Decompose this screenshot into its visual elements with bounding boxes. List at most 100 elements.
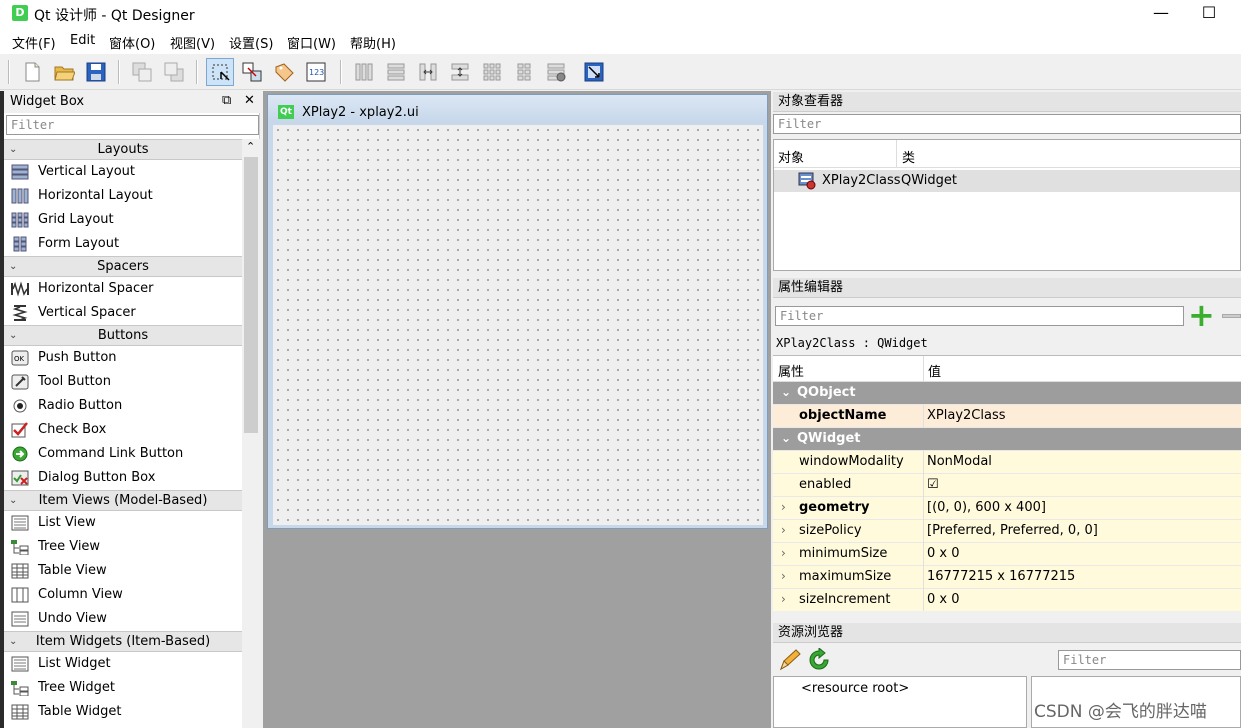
chevron-right-icon[interactable]: › — [781, 546, 786, 560]
edit-signals-slots-icon[interactable] — [238, 58, 266, 86]
property-row[interactable]: objectName XPlay2Class — [773, 405, 1241, 428]
column-class-header[interactable]: 类 — [902, 147, 915, 166]
property-value[interactable]: ☑ — [927, 477, 939, 492]
widget-item[interactable]: Grid Layout — [4, 208, 242, 232]
layout-v-splitter-icon[interactable] — [446, 58, 474, 86]
widget-item[interactable]: Horizontal Spacer — [4, 277, 242, 301]
menu-form[interactable]: 窗体(O) — [109, 33, 155, 52]
property-value[interactable]: [(0, 0), 600 x 400] — [927, 500, 1046, 515]
widget-item[interactable]: OK Push Button — [4, 346, 242, 370]
widget-category-header[interactable]: ⌄ Layouts — [4, 139, 242, 160]
widget-item[interactable]: Column View — [4, 583, 242, 607]
pencil-icon[interactable] — [778, 648, 802, 672]
widget-item[interactable]: List View — [4, 511, 242, 535]
widget-item[interactable]: Vertical Layout — [4, 160, 242, 184]
scroll-up-icon[interactable]: ⌃ — [246, 140, 255, 153]
object-inspector-filter-input[interactable]: Filter — [773, 114, 1241, 134]
widget-box-filter-input[interactable]: Filter — [6, 115, 259, 135]
chevron-right-icon[interactable]: › — [781, 523, 786, 537]
resource-root-item[interactable]: <resource root> — [801, 681, 909, 696]
property-row[interactable]: › sizePolicy [Preferred, Preferred, 0, 0] — [773, 520, 1241, 543]
widget-category-header[interactable]: ⌄ Buttons — [4, 325, 242, 346]
property-value[interactable]: [Preferred, Preferred, 0, 0] — [927, 523, 1098, 538]
widget-item[interactable]: Tree View — [4, 535, 242, 559]
svg-text:123: 123 — [309, 68, 324, 77]
edit-buddies-icon[interactable] — [270, 58, 298, 86]
widget-item[interactable]: Horizontal Layout — [4, 184, 242, 208]
value-column-header[interactable]: 值 — [928, 361, 941, 380]
adjust-size-icon[interactable] — [580, 58, 608, 86]
form-title-bar[interactable]: Qt XPlay2 - xplay2.ui — [268, 95, 767, 123]
property-row[interactable]: enabled ☑ — [773, 474, 1241, 497]
send-to-back-icon[interactable] — [128, 58, 156, 86]
widget-item[interactable]: Tool Button — [4, 370, 242, 394]
reload-icon[interactable] — [807, 648, 831, 672]
layout-grid-icon[interactable] — [478, 58, 506, 86]
property-value[interactable]: XPlay2Class — [927, 408, 1006, 423]
property-row[interactable]: › geometry [(0, 0), 600 x 400] — [773, 497, 1241, 520]
property-group-row[interactable]: ⌄ QWidget — [773, 428, 1241, 451]
widget-item[interactable]: List Widget — [4, 652, 242, 676]
minimize-button[interactable]: — — [1138, 0, 1184, 27]
form-window[interactable]: Qt XPlay2 - xplay2.ui — [267, 94, 768, 529]
property-row[interactable]: › minimumSize 0 x 0 — [773, 543, 1241, 566]
form-canvas-grid[interactable] — [273, 125, 763, 525]
property-value[interactable]: 0 x 0 — [927, 592, 960, 607]
resource-filter-input[interactable]: Filter — [1058, 650, 1241, 670]
chevron-right-icon[interactable]: › — [781, 592, 786, 606]
close-panel-icon[interactable]: ✕ — [244, 93, 255, 108]
widget-category-header[interactable]: ⌄ Spacers — [4, 256, 242, 277]
widget-category-header[interactable]: ⌄ Item Widgets (Item-Based) — [4, 631, 242, 652]
column-object-header[interactable]: 对象 — [778, 147, 804, 166]
widget-item[interactable]: Undo View — [4, 607, 242, 631]
property-group-row[interactable]: ⌄ QObject — [773, 382, 1241, 405]
property-value[interactable]: 16777215 x 16777215 — [927, 569, 1075, 584]
chevron-down-icon[interactable]: ⌄ — [781, 431, 791, 445]
menu-edit[interactable]: Edit — [70, 33, 95, 48]
property-column-header[interactable]: 属性 — [778, 361, 804, 380]
layout-vertical-icon[interactable] — [382, 58, 410, 86]
property-filter-input[interactable]: Filter — [775, 306, 1184, 326]
property-row[interactable]: › sizeIncrement 0 x 0 — [773, 589, 1241, 611]
widget-item[interactable]: Tree Widget — [4, 676, 242, 700]
layout-h-splitter-icon[interactable] — [414, 58, 442, 86]
break-layout-icon[interactable] — [542, 58, 570, 86]
widget-item[interactable]: Table View — [4, 559, 242, 583]
chevron-down-icon: ⌄ — [9, 495, 18, 506]
open-folder-icon[interactable] — [50, 58, 78, 86]
widget-item[interactable]: Check Box — [4, 418, 242, 442]
widget-item[interactable]: Dialog Button Box — [4, 466, 242, 490]
property-row[interactable]: › maximumSize 16777215 x 16777215 — [773, 566, 1241, 589]
edit-tab-order-icon[interactable]: 123 — [302, 58, 330, 86]
menu-help[interactable]: 帮助(H) — [350, 33, 396, 52]
widget-item[interactable]: Radio Button — [4, 394, 242, 418]
save-icon[interactable] — [82, 58, 110, 86]
column-divider — [923, 543, 924, 566]
widget-item[interactable]: Vertical Spacer — [4, 301, 242, 325]
layout-horizontal-icon[interactable] — [350, 58, 378, 86]
widget-category-header[interactable]: ⌄ Item Views (Model-Based) — [4, 490, 242, 511]
property-value[interactable]: 0 x 0 — [927, 546, 960, 561]
property-options-handle[interactable] — [1222, 314, 1241, 318]
menu-view[interactable]: 视图(V) — [170, 33, 215, 52]
chevron-right-icon[interactable]: › — [781, 569, 786, 583]
maximize-button[interactable]: ☐ — [1186, 0, 1232, 27]
menu-window[interactable]: 窗口(W) — [287, 33, 336, 52]
widget-item[interactable]: Form Layout — [4, 232, 242, 256]
edit-widgets-icon[interactable] — [206, 58, 234, 86]
widget-box-scroll-thumb[interactable] — [244, 157, 258, 433]
chevron-right-icon[interactable]: › — [781, 500, 786, 514]
widget-item[interactable]: Table Widget — [4, 700, 242, 724]
menu-settings[interactable]: 设置(S) — [229, 33, 273, 52]
property-value[interactable]: NonModal — [927, 454, 992, 469]
layout-form-icon[interactable] — [510, 58, 538, 86]
menu-file[interactable]: 文件(F) — [12, 33, 56, 52]
bring-to-front-icon[interactable] — [160, 58, 188, 86]
add-dynamic-property-icon[interactable]: + — [1188, 299, 1215, 331]
property-row[interactable]: windowModality NonModal — [773, 451, 1241, 474]
chevron-down-icon[interactable]: ⌄ — [781, 385, 791, 399]
object-tree-row[interactable]: XPlay2Class QWidget — [774, 170, 1240, 192]
float-panel-icon[interactable]: ⧉ — [222, 93, 231, 108]
new-file-icon[interactable] — [18, 58, 46, 86]
widget-item[interactable]: Command Link Button — [4, 442, 242, 466]
